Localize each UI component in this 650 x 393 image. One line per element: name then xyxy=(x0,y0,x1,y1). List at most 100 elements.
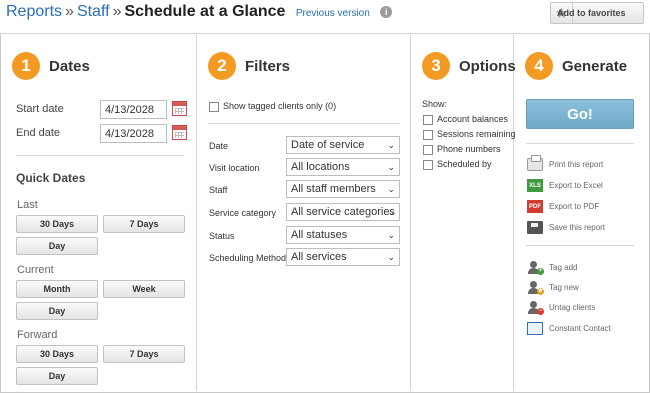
scheduling-method-select[interactable]: All services ⌄ xyxy=(286,248,400,266)
current-day-button[interactable]: Day xyxy=(16,302,98,320)
staff-filter-label: Staff xyxy=(209,185,228,195)
chevron-down-icon: ⌄ xyxy=(387,230,395,240)
show-tagged-label: Show tagged clients only (0) xyxy=(223,101,337,111)
start-date-calendar-icon[interactable] xyxy=(172,101,187,116)
last-30-days-button[interactable]: 30 Days xyxy=(16,215,98,233)
constant-contact-action[interactable]: Constant Contact xyxy=(527,322,611,335)
add-to-favorites-label: Add to favorites xyxy=(557,8,626,18)
phone-numbers-checkbox[interactable] xyxy=(423,145,433,155)
print-report-label: Print this report xyxy=(549,160,604,169)
step-number-3: 3 xyxy=(422,52,450,80)
forward-label: Forward xyxy=(17,329,58,341)
scheduled-by-checkbox[interactable] xyxy=(423,160,433,170)
start-date-label: Start date xyxy=(16,103,64,115)
tag-new-icon: ★ xyxy=(527,281,544,295)
breadcrumb-reports-link[interactable]: Reports xyxy=(6,3,62,20)
chevron-down-icon: ⌄ xyxy=(387,207,395,217)
untag-clients-action[interactable]: − Untag clients xyxy=(527,301,595,315)
end-date-label: End date xyxy=(16,127,61,139)
page-title: Schedule at a Glance xyxy=(124,3,286,20)
status-filter-select[interactable]: All statuses ⌄ xyxy=(286,226,400,244)
scheduling-method-label: Scheduling Method xyxy=(209,253,287,263)
options-step-header: 3 Options xyxy=(422,52,516,80)
service-category-select[interactable]: All service categories ⌄ xyxy=(286,203,400,221)
current-month-button[interactable]: Month xyxy=(16,280,98,298)
options-panel: 3 Options Show: Account balances Session… xyxy=(411,35,516,391)
options-heading: Options xyxy=(459,57,516,75)
dates-step-header: 1 Dates xyxy=(12,52,90,80)
divider xyxy=(526,143,634,144)
filters-panel: 2 Filters Show tagged clients only (0) D… xyxy=(197,35,411,391)
breadcrumb-separator: » xyxy=(112,3,122,20)
pdf-icon: PDF xyxy=(527,200,543,213)
tag-add-icon: + xyxy=(527,261,544,275)
account-balances-checkbox[interactable] xyxy=(423,115,433,125)
visit-location-value: All locations xyxy=(291,161,350,173)
export-excel-action[interactable]: XLS Export to Excel xyxy=(527,179,603,192)
staff-filter-select[interactable]: All staff members ⌄ xyxy=(286,180,400,198)
last-7-days-button[interactable]: 7 Days xyxy=(103,215,185,233)
last-day-button[interactable]: Day xyxy=(16,237,98,255)
divider xyxy=(526,245,634,246)
filters-heading: Filters xyxy=(245,57,291,75)
breadcrumb: Reports» Staff» Schedule at a Glance Previ… xyxy=(6,2,393,24)
forward-7-days-button[interactable]: 7 Days xyxy=(103,345,185,363)
save-report-action[interactable]: Save this report xyxy=(527,221,605,234)
export-pdf-action[interactable]: PDF Export to PDF xyxy=(527,200,599,213)
filters-step-header: 2 Filters xyxy=(208,52,290,80)
account-balances-label: Account balances xyxy=(437,114,509,124)
tag-new-label: Tag new xyxy=(549,283,579,292)
constant-contact-label: Constant Contact xyxy=(549,324,611,333)
tag-add-label: Tag add xyxy=(549,263,578,272)
export-excel-label: Export to Excel xyxy=(549,181,603,190)
breadcrumb-separator: » xyxy=(65,3,74,20)
tag-add-action[interactable]: + Tag add xyxy=(527,261,578,275)
status-filter-value: All statuses xyxy=(291,229,348,241)
step-number-1: 1 xyxy=(12,52,40,80)
end-date-input[interactable] xyxy=(100,124,167,143)
breadcrumb-staff-link[interactable]: Staff xyxy=(77,3,110,20)
forward-30-days-button[interactable]: 30 Days xyxy=(16,345,98,363)
add-to-favorites-button[interactable]: ★ Add to favorites xyxy=(550,2,644,24)
save-disk-icon xyxy=(527,221,543,234)
previous-version-link[interactable]: Previous version xyxy=(296,8,370,19)
sessions-remaining-checkbox[interactable] xyxy=(423,130,433,140)
scheduling-method-value: All services xyxy=(291,251,347,263)
start-date-input[interactable] xyxy=(100,100,167,119)
show-tagged-checkbox[interactable] xyxy=(209,102,219,112)
show-label: Show: xyxy=(422,99,448,109)
last-label: Last xyxy=(17,199,38,211)
header: Reports» Staff» Schedule at a Glance Previ… xyxy=(0,0,650,34)
visit-location-select[interactable]: All locations ⌄ xyxy=(286,158,400,176)
print-report-action[interactable]: Print this report xyxy=(527,155,604,171)
forward-day-button[interactable]: Day xyxy=(16,367,98,385)
chevron-down-icon: ⌄ xyxy=(387,184,395,194)
divider xyxy=(209,123,399,124)
generate-step-header: 4 Generate xyxy=(525,52,627,80)
service-category-value: All service categories xyxy=(291,206,395,218)
step-number-2: 2 xyxy=(208,52,236,80)
tag-new-action[interactable]: ★ Tag new xyxy=(527,281,579,295)
constant-contact-icon xyxy=(527,322,543,335)
excel-icon: XLS xyxy=(527,179,543,192)
generate-heading: Generate xyxy=(562,57,628,75)
scheduled-by-label: Scheduled by xyxy=(437,159,492,169)
step-number-4: 4 xyxy=(525,52,553,80)
service-category-label: Service category xyxy=(209,208,277,218)
export-pdf-label: Export to PDF xyxy=(549,202,600,211)
dates-panel: 1 Dates Start date End date Quick Dates … xyxy=(1,35,197,391)
quick-dates-heading: Quick Dates xyxy=(16,171,86,185)
end-date-calendar-icon[interactable] xyxy=(172,125,187,140)
sessions-remaining-label: Sessions remaining xyxy=(437,129,516,139)
chevron-down-icon: ⌄ xyxy=(387,162,395,172)
go-button[interactable]: Go! xyxy=(526,99,634,129)
chevron-down-icon: ⌄ xyxy=(387,140,395,150)
current-week-button[interactable]: Week xyxy=(103,280,185,298)
chevron-down-icon: ⌄ xyxy=(387,252,395,262)
info-icon[interactable]: i xyxy=(380,6,393,18)
visit-location-label: Visit location xyxy=(209,163,260,173)
date-filter-select[interactable]: Date of service ⌄ xyxy=(286,136,400,154)
save-report-label: Save this report xyxy=(549,223,606,232)
status-filter-label: Status xyxy=(209,231,235,241)
generate-panel: 4 Generate Go! Print this report XLS Exp… xyxy=(514,35,649,391)
